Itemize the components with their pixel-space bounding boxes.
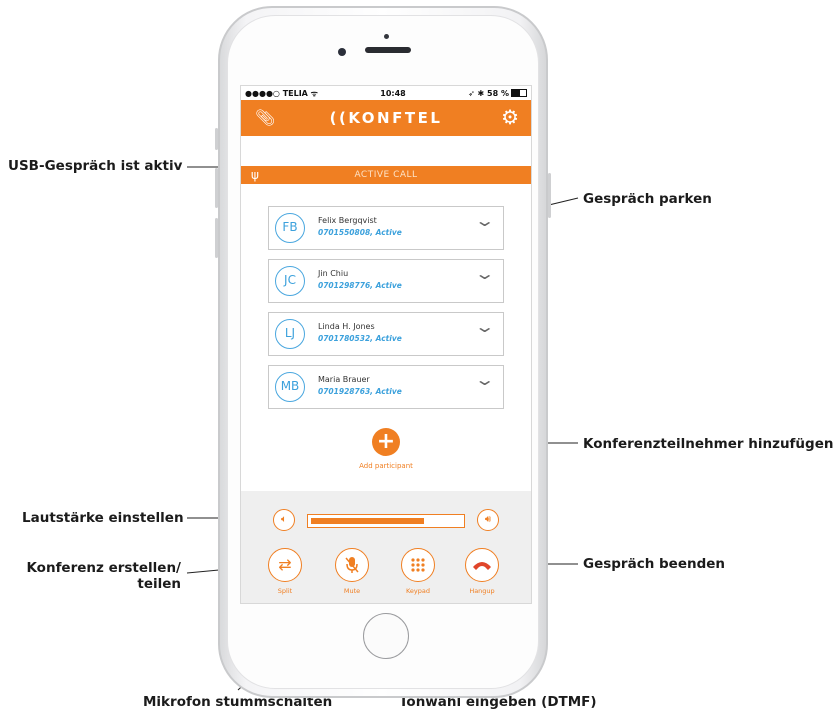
participant-card[interactable]: MB Maria Brauer 0701928763, Active ⌄	[268, 365, 504, 409]
volume-slider[interactable]	[307, 514, 465, 528]
participant-card[interactable]: JC Jin Chiu 0701298776, Active ⌄	[268, 259, 504, 303]
power-button	[548, 173, 551, 218]
app-logo: ((KONFTEL	[329, 109, 443, 127]
avatar: MB	[275, 372, 305, 402]
front-sensor	[384, 34, 389, 39]
add-participant-label: Add participant	[359, 462, 413, 470]
gear-icon[interactable]: ⚙	[501, 105, 519, 129]
callout-usb-active: USB-Gespräch ist aktiv	[8, 158, 183, 174]
callout-conference: Konferenz erstellen/ teilen	[24, 560, 181, 592]
split-label: Split	[277, 587, 293, 595]
status-bar: ●●●●○ TELIA ᯤ 10:48 ➶ ✱ 58 %	[241, 86, 531, 100]
callout-conference-line2: teilen	[137, 576, 181, 592]
battery-icon	[510, 89, 527, 97]
volume-down-icon: 🔈︎	[281, 514, 287, 525]
keypad-button[interactable]	[401, 548, 435, 582]
participant-name: Linda H. Jones	[318, 322, 375, 331]
home-button[interactable]	[363, 613, 409, 659]
split-button[interactable]: ⇄	[268, 548, 302, 582]
participant-name: Jin Chiu	[318, 269, 349, 278]
keypad-icon	[411, 558, 425, 572]
volume-up-icon: 🔊︎	[484, 514, 492, 525]
status-time: 10:48	[380, 88, 406, 98]
avatar: JC	[275, 266, 305, 296]
callout-add-participant: Konferenzteilnehmer hinzufügen	[583, 436, 834, 452]
volume-level-fill	[311, 518, 424, 524]
chevron-down-icon[interactable]: ⌄	[474, 370, 495, 389]
callout-hangup: Gespräch beenden	[583, 556, 726, 572]
split-arrows-icon: ⇄	[278, 555, 292, 574]
participant-detail: 0701780532, Active	[318, 334, 402, 343]
active-call-bar: ψ ACTIVE CALL	[241, 166, 531, 184]
app-screen: ●●●●○ TELIA ᯤ 10:48 ➶ ✱ 58 % 📎︎ ((KONFTE…	[240, 85, 532, 604]
phone-frame: ●●●●○ TELIA ᯤ 10:48 ➶ ✱ 58 % 📎︎ ((KONFTE…	[215, 6, 551, 698]
carrier-signal: ●●●●○ TELIA ᯤ	[245, 88, 318, 98]
participant-card[interactable]: LJ Linda H. Jones 0701780532, Active ⌄	[268, 312, 504, 356]
usb-icon: ψ	[251, 168, 260, 182]
active-call-label: ACTIVE CALL	[354, 170, 418, 180]
chevron-down-icon[interactable]: ⌄	[474, 264, 495, 283]
volume-up-button	[215, 168, 218, 208]
participant-name: Maria Brauer	[318, 375, 370, 384]
avatar: FB	[275, 213, 305, 243]
microphone-muted-icon	[345, 557, 359, 573]
mute-switch	[215, 128, 218, 150]
keypad-label: Keypad	[405, 587, 431, 595]
participant-detail: 0701298776, Active	[318, 281, 402, 290]
plus-icon: +	[376, 429, 396, 454]
volume-down-button[interactable]: 🔈︎	[273, 509, 295, 531]
front-camera	[338, 48, 346, 56]
hangup-button[interactable]	[465, 548, 499, 582]
chevron-down-icon[interactable]: ⌄	[474, 317, 495, 336]
chevron-down-icon[interactable]: ⌄	[474, 211, 495, 230]
status-right: ➶ ✱ 58 %	[468, 89, 527, 98]
callout-park-call: Gespräch parken	[583, 191, 712, 207]
phone-hangup-icon	[473, 562, 491, 570]
callout-volume: Lautstärke einstellen	[22, 510, 184, 526]
earpiece-speaker	[365, 47, 411, 53]
mute-button[interactable]	[335, 548, 369, 582]
add-participant-button[interactable]: +	[372, 428, 400, 456]
participant-card[interactable]: FB Felix Bergqvist 0701550808, Active ⌄	[268, 206, 504, 250]
avatar: LJ	[275, 319, 305, 349]
battery-text: ➶ ✱ 58 %	[468, 88, 509, 98]
participant-name: Felix Bergqvist	[318, 216, 377, 225]
hangup-label: Hangup	[469, 587, 495, 595]
volume-up-button[interactable]: 🔊︎	[477, 509, 499, 531]
participant-detail: 0701550808, Active	[318, 228, 402, 237]
participant-detail: 0701928763, Active	[318, 387, 402, 396]
app-header: 📎︎ ((KONFTEL ⚙	[241, 100, 531, 136]
mute-label: Mute	[343, 587, 361, 595]
callout-conference-line1: Konferenz erstellen/	[26, 560, 181, 576]
volume-down-button	[215, 218, 218, 258]
